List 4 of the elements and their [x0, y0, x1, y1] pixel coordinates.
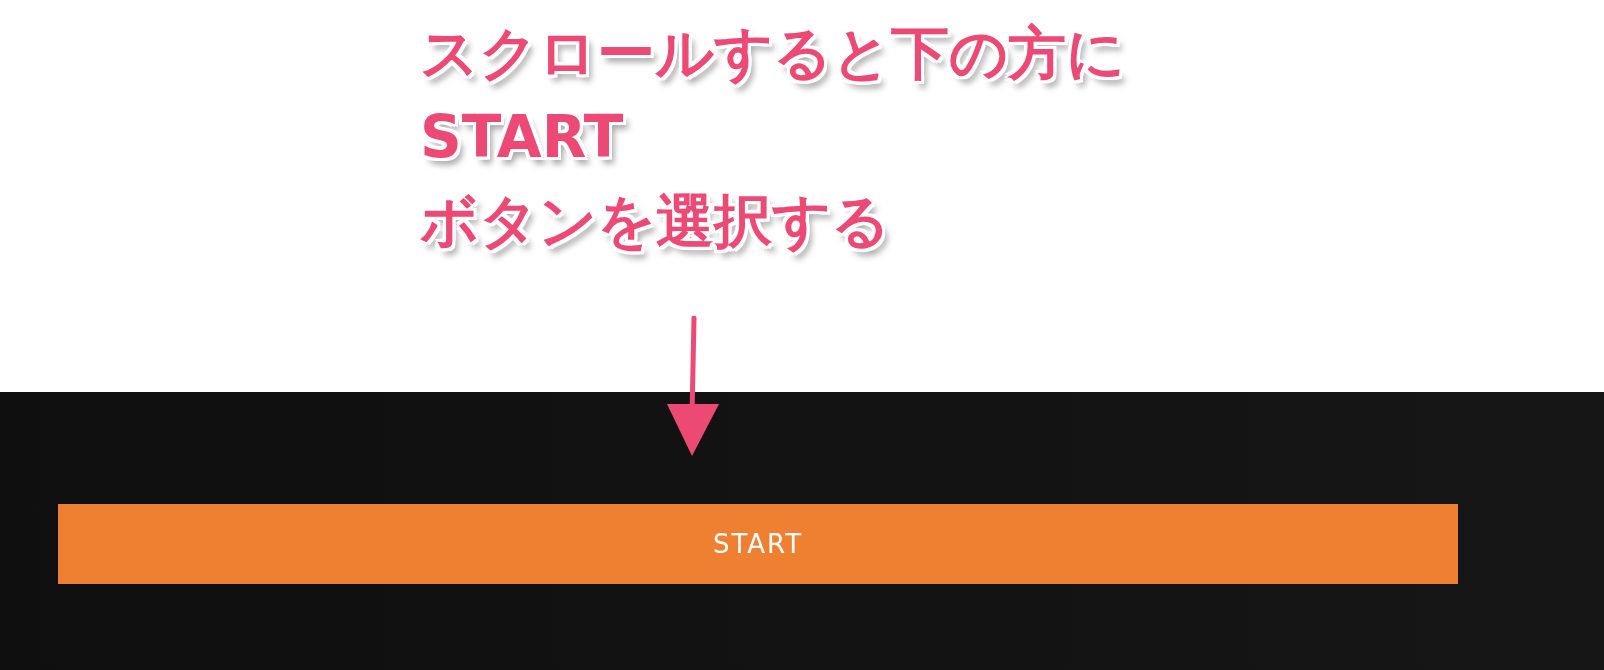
annotation-text: ボタンを選択する: [420, 189, 890, 254]
annotation-text: スクロールすると下の方に: [420, 22, 1125, 86]
annotation-text: START: [420, 105, 624, 170]
start-button[interactable]: START: [58, 504, 1458, 584]
